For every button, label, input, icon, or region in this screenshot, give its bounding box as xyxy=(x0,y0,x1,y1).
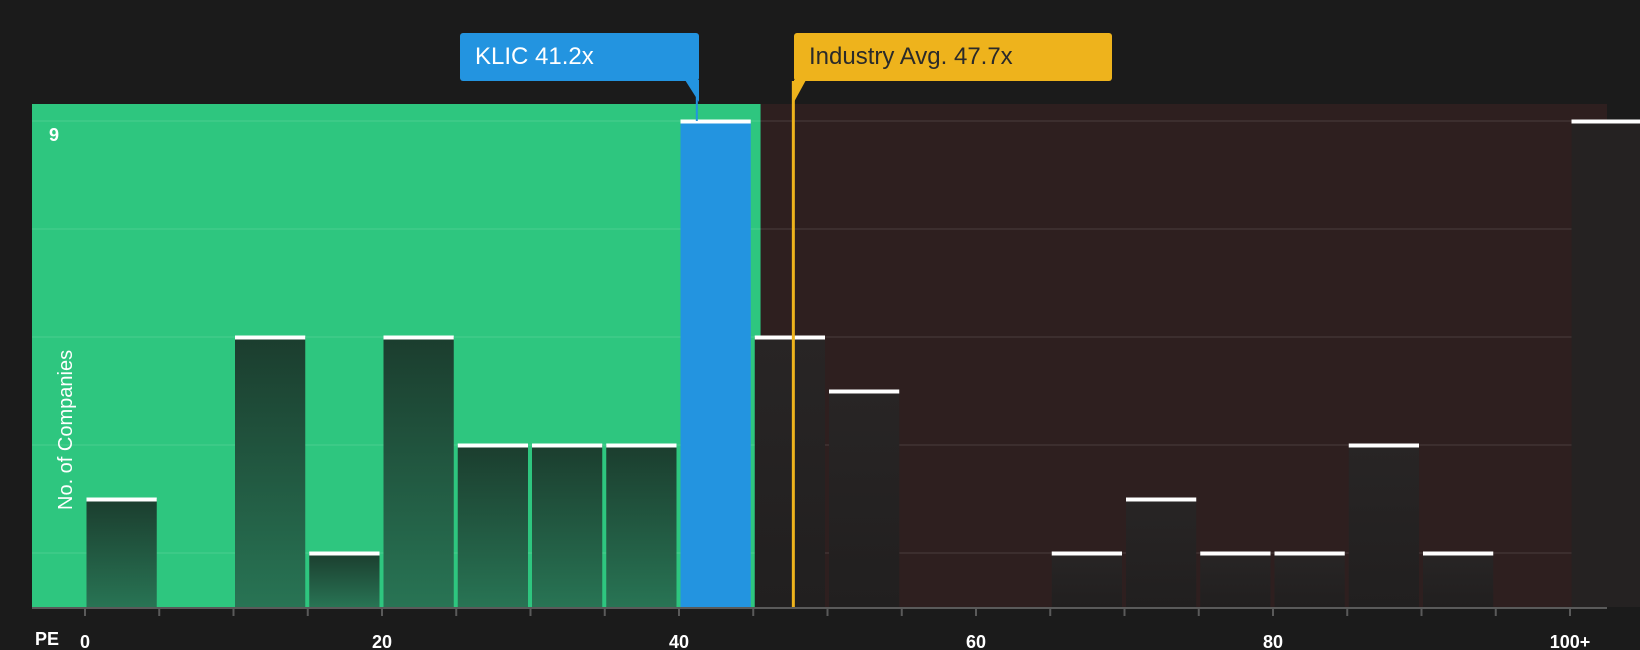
bar-top-cap xyxy=(1571,119,1640,124)
x-axis-title: PE xyxy=(35,629,60,649)
histogram-bar xyxy=(680,121,751,607)
industry-average-label: Industry Avg. 47.7x xyxy=(794,33,1112,81)
histogram-bar xyxy=(86,499,157,607)
bar-top-cap xyxy=(383,335,454,340)
bar-top-cap xyxy=(532,443,603,448)
pe-distribution-chart: 0 20 40 60 80 100+ xyxy=(32,81,1640,650)
histogram-bar xyxy=(1348,445,1419,607)
histogram-bar xyxy=(754,337,825,607)
bar-top-cap xyxy=(1348,443,1419,448)
histogram-bar xyxy=(829,391,900,607)
histogram-bar xyxy=(383,337,454,607)
bar-top-cap xyxy=(86,497,157,502)
histogram-bar xyxy=(1126,499,1197,607)
histogram-bar xyxy=(1200,553,1271,607)
x-tick-label: 100+ xyxy=(1550,632,1591,650)
bar-top-cap xyxy=(606,443,677,448)
bar-top-cap xyxy=(457,443,528,448)
bar-top-cap xyxy=(1274,551,1345,556)
x-tick-label: 80 xyxy=(1263,632,1283,650)
y-axis-max-label: 9 xyxy=(49,125,60,145)
x-axis-ticks: 0 20 40 60 80 100+ xyxy=(80,608,1590,650)
company-label-pointer xyxy=(685,80,699,102)
industry-label-pointer xyxy=(794,80,806,102)
company-pe-label: KLIC 41.2x xyxy=(460,33,699,81)
bar-top-cap xyxy=(1423,551,1494,556)
bar-top-cap xyxy=(1126,497,1197,502)
bar-top-cap xyxy=(680,119,751,124)
histogram-bar xyxy=(1274,553,1345,607)
y-axis-title: No. of Companies xyxy=(55,349,77,510)
histogram-bar xyxy=(532,445,603,607)
x-tick-label: 0 xyxy=(80,632,90,650)
histogram-bar xyxy=(457,445,528,607)
x-tick-label: 20 xyxy=(372,632,392,650)
histogram-bar xyxy=(1423,553,1494,607)
bar-top-cap xyxy=(235,335,306,340)
histogram-bar xyxy=(606,445,677,607)
bar-top-cap xyxy=(829,389,900,394)
bar-top-cap xyxy=(309,551,380,556)
bar-top-cap xyxy=(1200,551,1271,556)
bar-top-cap xyxy=(754,335,825,340)
histogram-bar xyxy=(1571,121,1640,607)
x-tick-label: 60 xyxy=(966,632,986,650)
x-tick-label: 40 xyxy=(669,632,689,650)
bar-top-cap xyxy=(1051,551,1122,556)
histogram-bar xyxy=(309,553,380,607)
histogram-bar xyxy=(1051,553,1122,607)
histogram-bar xyxy=(235,337,306,607)
